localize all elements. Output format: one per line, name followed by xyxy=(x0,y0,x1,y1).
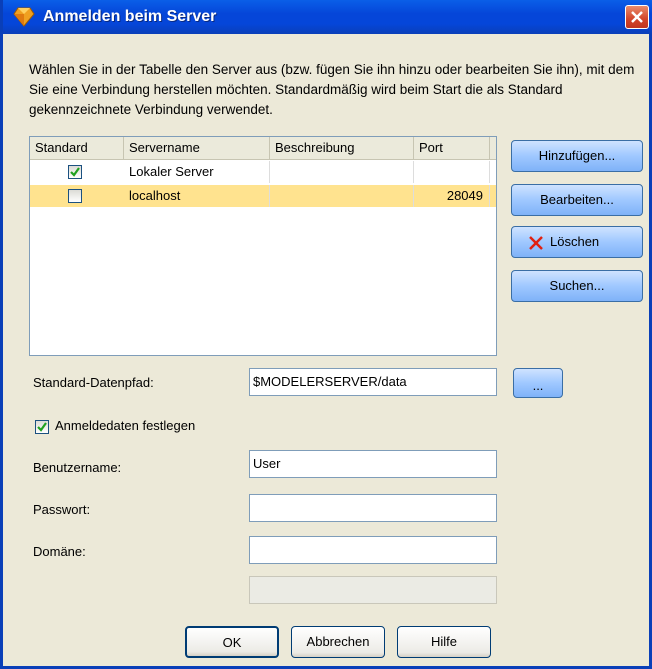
help-button[interactable]: Hilfe xyxy=(397,626,491,658)
domain-input[interactable] xyxy=(249,536,497,564)
instructions-text: Wählen Sie in der Tabelle den Server aus… xyxy=(29,62,635,117)
default-checkbox[interactable] xyxy=(68,189,82,203)
default-checkbox[interactable] xyxy=(68,165,82,179)
credentials-label[interactable]: Anmeldedaten festlegen xyxy=(55,418,195,433)
delete-x-icon xyxy=(529,236,543,250)
domain-label: Domäne: xyxy=(33,544,86,559)
datapath-label: Standard-Datenpfad: xyxy=(33,375,154,390)
cell-port xyxy=(414,161,490,183)
cell-servername: localhost xyxy=(124,185,270,207)
datapath-input[interactable]: $MODELERSERVER/data xyxy=(249,368,497,396)
cell-port: 28049 xyxy=(414,185,490,207)
col-header-standard[interactable]: Standard xyxy=(30,137,124,159)
table-row[interactable]: localhost 28049 xyxy=(30,185,496,207)
edit-button[interactable]: Bearbeiten... xyxy=(511,184,643,216)
col-header-servername[interactable]: Servername xyxy=(124,137,270,159)
password-input[interactable] xyxy=(249,494,497,522)
login-dialog: Anmelden beim Server Wählen Sie in der T… xyxy=(0,0,652,669)
search-button[interactable]: Suchen... xyxy=(511,270,643,302)
window-title: Anmelden beim Server xyxy=(43,8,217,25)
cell-beschreibung xyxy=(270,161,414,183)
username-label: Benutzername: xyxy=(33,460,122,475)
close-button[interactable] xyxy=(625,5,649,29)
cell-servername: Lokaler Server xyxy=(124,161,270,183)
server-table[interactable]: Standard Servername Beschreibung Port Lo… xyxy=(29,136,497,356)
credentials-checkbox[interactable] xyxy=(35,420,49,434)
username-input[interactable]: User xyxy=(249,450,497,478)
cancel-button[interactable]: Abbrechen xyxy=(291,626,385,658)
extra-disabled-field xyxy=(249,576,497,604)
diamond-logo-icon xyxy=(13,7,35,27)
table-header: Standard Servername Beschreibung Port xyxy=(30,137,496,160)
password-label: Passwort: xyxy=(33,502,91,517)
browse-button[interactable]: ... xyxy=(513,368,563,398)
cell-beschreibung xyxy=(270,185,414,207)
close-icon xyxy=(631,11,643,23)
table-row[interactable]: Lokaler Server xyxy=(30,161,496,183)
checkmark-icon xyxy=(70,167,80,177)
col-header-beschreibung[interactable]: Beschreibung xyxy=(270,137,414,159)
delete-label: Löschen xyxy=(550,234,600,249)
delete-button[interactable]: Löschen xyxy=(511,226,643,258)
title-bar[interactable]: Anmelden beim Server xyxy=(3,0,652,34)
col-header-port[interactable]: Port xyxy=(414,137,490,159)
checkmark-icon xyxy=(37,422,47,432)
ok-button[interactable]: OK xyxy=(185,626,279,658)
add-button[interactable]: Hinzufügen... xyxy=(511,140,643,172)
